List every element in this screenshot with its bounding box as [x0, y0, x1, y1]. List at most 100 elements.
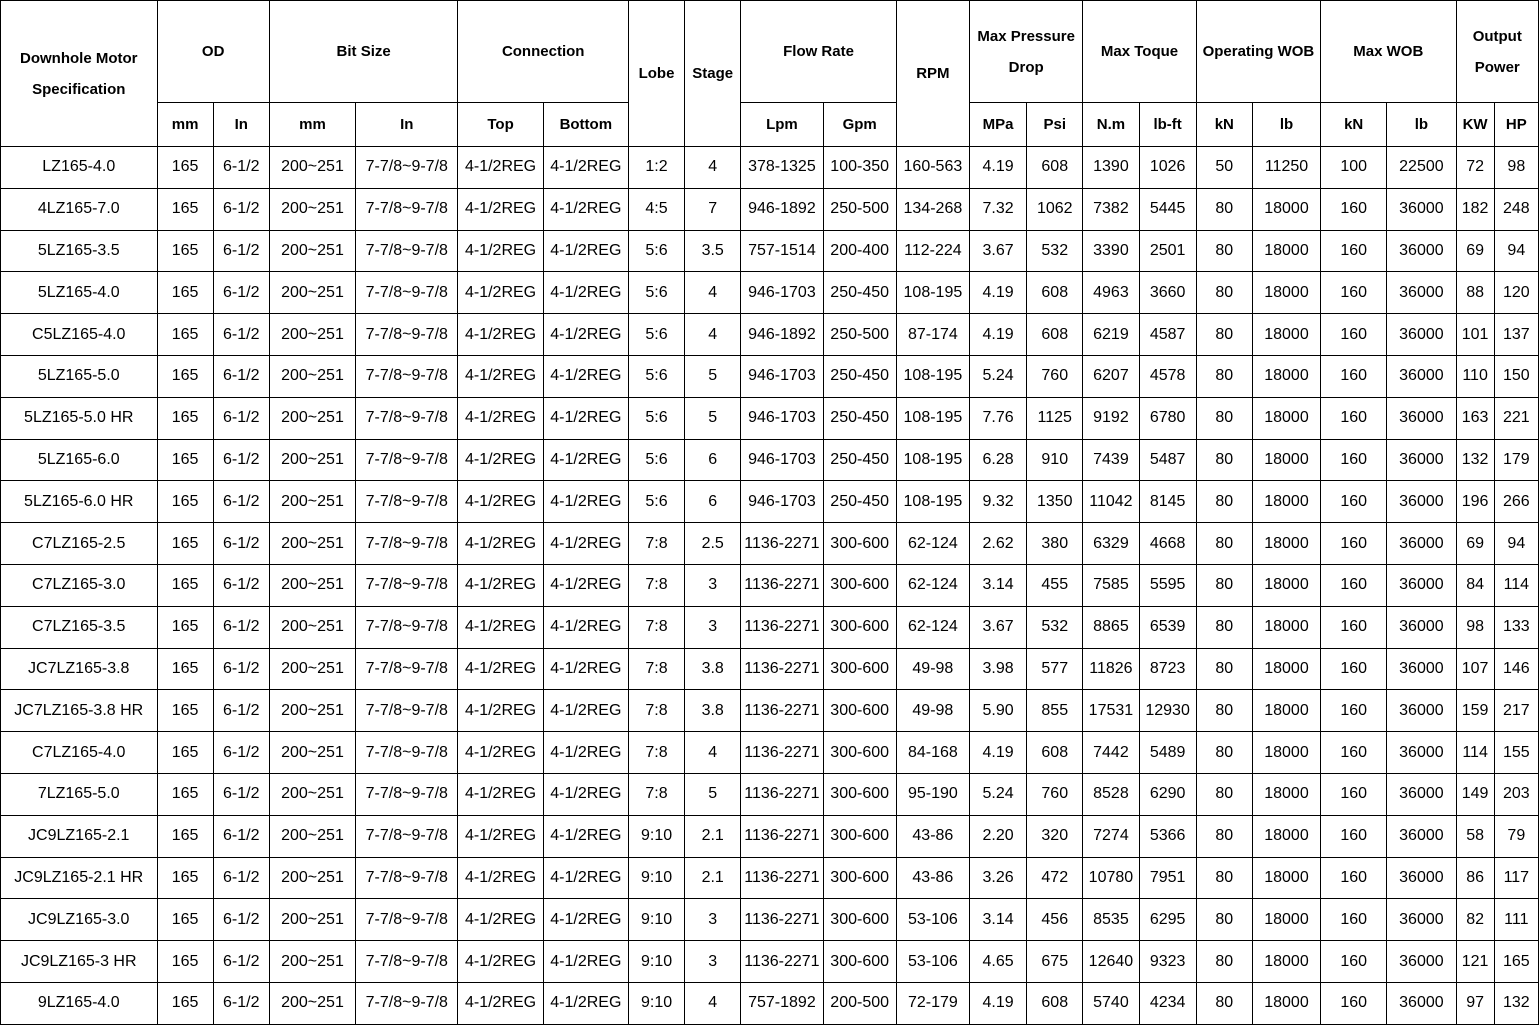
table-cell: 160 [1320, 313, 1388, 356]
table-cell: 4.19 [968, 146, 1028, 189]
table-cell: 7.32 [968, 187, 1028, 231]
table-cell: 4-1/2REG [457, 731, 544, 774]
table-cell: 7:8 [627, 563, 686, 607]
table-cell: 18000 [1251, 898, 1322, 942]
table-cell: 165 [156, 605, 214, 649]
table-cell: 36000 [1386, 856, 1457, 900]
table-cell: 248 [1493, 187, 1539, 231]
table-cell: 11826 [1082, 647, 1140, 691]
table-cell: 266 [1493, 480, 1539, 524]
model-cell: 5LZ165-3.5 [0, 229, 158, 273]
table-cell: 80 [1195, 731, 1253, 774]
table-cell: 6329 [1082, 522, 1140, 565]
table-cell: 165 [156, 689, 214, 733]
header-operating-wob: Operating WOB [1195, 0, 1322, 103]
table-cell: 7-7/8~9-7/8 [355, 229, 459, 273]
header-connection: Connection [457, 0, 629, 103]
table-cell: 1136-2271 [740, 940, 824, 983]
table-cell: 4-1/2REG [457, 898, 544, 942]
table-cell: 36000 [1386, 772, 1457, 816]
table-cell: 7-7/8~9-7/8 [355, 480, 459, 524]
table-cell: 7-7/8~9-7/8 [355, 814, 459, 858]
table-cell: 7-7/8~9-7/8 [355, 396, 459, 440]
table-cell: 7-7/8~9-7/8 [355, 731, 459, 774]
unit-od-in: In [212, 102, 270, 147]
table-cell: 1390 [1082, 146, 1140, 189]
table-row: 5LZ165-5.0 165 6-1/2 200~251 7-7/8~9-7/8 4-1/… [0, 354, 1539, 398]
table-cell: 18000 [1251, 522, 1322, 565]
table-cell: 18000 [1251, 647, 1322, 691]
table-cell: 110 [1455, 354, 1495, 398]
table-cell: 165 [156, 856, 214, 900]
table-cell: 80 [1195, 271, 1253, 315]
table-cell: 217 [1493, 689, 1539, 733]
table-cell: 160 [1320, 898, 1388, 942]
unit-bit-in: In [355, 102, 459, 147]
table-cell: 165 [156, 940, 214, 983]
table-cell: 4-1/2REG [457, 856, 544, 900]
table-cell: 7-7/8~9-7/8 [355, 689, 459, 733]
table-cell: 114 [1493, 563, 1539, 607]
table-cell: 300-600 [822, 605, 897, 649]
table-cell: 7382 [1082, 187, 1140, 231]
table-cell: 6-1/2 [212, 814, 270, 858]
model-cell: 5LZ165-6.0 HR [0, 480, 158, 524]
table-cell: 4-1/2REG [542, 647, 629, 691]
table-cell: 946-1892 [740, 313, 824, 356]
table-cell: 7-7/8~9-7/8 [355, 354, 459, 398]
table-cell: 36000 [1386, 647, 1457, 691]
table-cell: 3 [684, 563, 742, 607]
table-cell: 250-450 [822, 438, 897, 482]
table-cell: 4-1/2REG [457, 605, 544, 649]
table-cell: 6-1/2 [212, 354, 270, 398]
table-cell: 5:6 [627, 229, 686, 273]
table-cell: 4 [684, 731, 742, 774]
table-cell: 117 [1493, 856, 1539, 900]
table-cell: 2.1 [684, 856, 742, 900]
table-cell: 53-106 [895, 940, 970, 983]
table-row: 4LZ165-7.0 165 6-1/2 200~251 7-7/8~9-7/8 4-1/… [0, 187, 1539, 231]
table-cell: 160 [1320, 981, 1388, 1025]
table-cell: 36000 [1386, 187, 1457, 231]
table-cell: 3660 [1138, 271, 1197, 315]
model-cell: JC7LZ165-3.8 HR [0, 689, 158, 733]
table-cell: 2.5 [684, 522, 742, 565]
table-cell: 165 [156, 898, 214, 942]
table-cell: 88 [1455, 271, 1495, 315]
table-cell: 250-450 [822, 271, 897, 315]
table-row: C7LZ165-4.0 165 6-1/2 200~251 7-7/8~9-7/8 4-1… [0, 731, 1539, 774]
table-cell: 18000 [1251, 313, 1322, 356]
table-cell: 3 [684, 898, 742, 942]
table-cell: 98 [1493, 146, 1539, 189]
table-cell: 165 [156, 563, 214, 607]
table-cell: 49-98 [895, 689, 970, 733]
table-cell: 4-1/2REG [542, 354, 629, 398]
table-cell: 4587 [1138, 313, 1197, 356]
table-cell: 5445 [1138, 187, 1197, 231]
table-row: C7LZ165-3.5 165 6-1/2 200~251 7-7/8~9-7/8 4-1… [0, 605, 1539, 649]
table-cell: 18000 [1251, 940, 1322, 983]
unit-power-kw: KW [1455, 102, 1495, 147]
table-cell: 200~251 [268, 396, 357, 440]
table-cell: 1136-2271 [740, 814, 824, 858]
table-cell: 855 [1026, 689, 1084, 733]
table-cell: 200~251 [268, 313, 357, 356]
table-cell: 4.19 [968, 271, 1028, 315]
table-cell: 946-1703 [740, 480, 824, 524]
table-cell: 200~251 [268, 354, 357, 398]
table-cell: 4-1/2REG [457, 563, 544, 607]
table-cell: 3.26 [968, 856, 1028, 900]
table-cell: 1136-2271 [740, 563, 824, 607]
table-cell: 94 [1493, 522, 1539, 565]
table-cell: 2.20 [968, 814, 1028, 858]
table-cell: 8723 [1138, 647, 1197, 691]
table-row: 7LZ165-5.0 165 6-1/2 200~251 7-7/8~9-7/8 4-1/… [0, 772, 1539, 816]
model-cell: 5LZ165-6.0 [0, 438, 158, 482]
table-cell: 7951 [1138, 856, 1197, 900]
table-cell: 300-600 [822, 731, 897, 774]
table-cell: 3.14 [968, 563, 1028, 607]
table-cell: 5:6 [627, 480, 686, 524]
unit-toque-nm: N.m [1082, 102, 1140, 147]
table-cell: 165 [1493, 940, 1539, 983]
table-cell: 5 [684, 772, 742, 816]
